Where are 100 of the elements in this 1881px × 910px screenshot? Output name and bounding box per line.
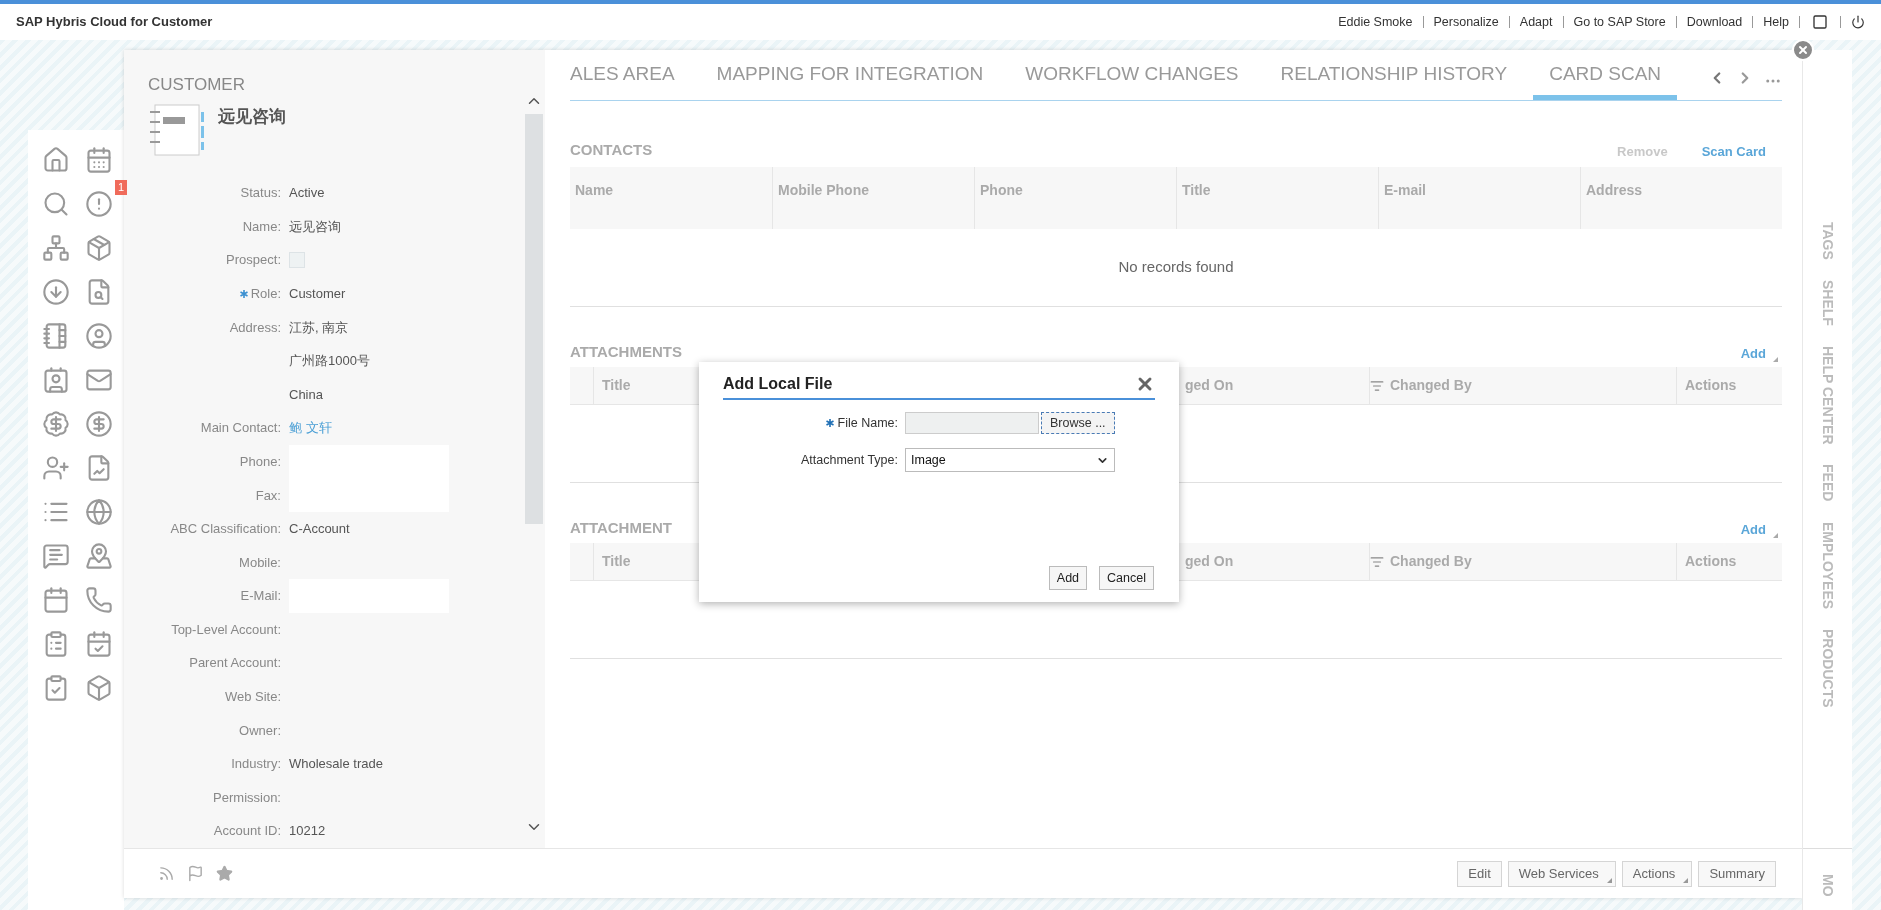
user-plus-icon[interactable] [42,454,70,482]
star-icon[interactable] [216,865,233,882]
alert-icon[interactable] [85,190,113,218]
section-action-link[interactable]: Add [1740,343,1772,363]
side-panel-tab[interactable]: SHELF [1817,279,1838,326]
column-header: Title [602,376,631,395]
column-header: Mobile Phone [772,167,974,229]
flag-icon[interactable] [187,865,204,882]
header-link[interactable]: Adapt [1519,12,1553,32]
field-label: Owner: [239,721,281,740]
footer-button[interactable]: Actions [1621,860,1693,887]
footer-button[interactable]: Web Services [1507,860,1616,887]
field-label: Parent Account: [189,654,281,673]
phone-icon[interactable] [85,586,113,614]
feed-icon[interactable] [158,865,175,882]
globe-icon[interactable] [85,498,113,526]
contact-link[interactable]: 鲍 文轩 [289,418,332,438]
column-header: Actions [1685,376,1737,395]
field-label: Top-Level Account: [171,620,281,639]
file-name-field[interactable] [905,412,1039,434]
scrollbar-thumb[interactable] [525,114,543,524]
app-title: SAP Hybris Cloud for Customer [16,13,213,32]
box-icon[interactable] [85,674,113,702]
field-value: 江苏, 南京 [289,318,349,337]
column-header: Phone [974,167,1176,229]
header-link[interactable]: Go to SAP Store [1573,12,1666,32]
column-header: Title [1176,167,1378,229]
filter-icon[interactable] [1370,554,1384,569]
field-label: Role: [250,284,281,303]
prospect-checkbox[interactable] [289,252,305,269]
field-value: 远见咨询 [289,217,341,236]
column-header: Address [1580,167,1782,229]
field-label: Fax: [255,486,281,505]
header-link[interactable]: Eddie Smoke [1338,12,1413,32]
header-link[interactable]: Help [1763,12,1789,32]
field-label: Web Site: [224,688,281,707]
section-title: ATTACHMENTS [570,341,682,362]
filter-icon[interactable] [1370,378,1384,393]
column-header: Title [602,552,631,571]
side-panel-tab[interactable]: EMPLOYEES [1817,521,1838,609]
contact-card-icon[interactable] [42,366,70,394]
field-label: Status: [240,184,281,203]
field-value: China [289,385,323,404]
header-link[interactable]: Personalize [1433,12,1499,32]
power-icon[interactable] [1851,15,1865,29]
tab[interactable]: ALES AREA [570,59,691,100]
field-label: Prospect: [226,251,281,270]
user-circle-icon[interactable] [85,322,113,350]
side-panel-tab[interactable]: PRODUCTS [1817,628,1838,708]
field-value: Customer [289,284,346,303]
section-action-link[interactable]: Add [1740,519,1772,539]
dialog-button[interactable]: Cancel [1099,566,1154,590]
customer-name: 远见咨询 [218,105,286,128]
empty-message: No records found [1118,257,1234,278]
more-panel-tab[interactable]: MO [1817,861,1838,910]
tab[interactable]: WORKFLOW CHANGES [1009,59,1255,100]
field-label: E-Mail: [240,587,281,606]
calendar-check-icon[interactable] [85,630,113,658]
map-pin-icon[interactable] [85,542,113,570]
dialog-title: Add Local File [723,374,833,394]
attachment-type-select[interactable]: Image [905,448,1115,472]
home-icon[interactable] [42,146,70,174]
column-header: Name [574,181,615,200]
window-icon[interactable] [1810,14,1830,30]
field-label: Phone: [239,452,281,471]
tab[interactable]: RELATIONSHIP HISTORY [1264,59,1524,100]
notification-badge: 1 [114,180,127,195]
field-label: Permission: [213,788,281,807]
search-icon[interactable] [42,190,70,218]
dollar-badge-icon[interactable] [42,410,70,438]
footer-button[interactable]: Summary [1698,860,1776,887]
side-panel-tab[interactable]: TAGS [1817,222,1838,260]
download-icon[interactable] [42,278,70,306]
corner-mark-icon [1773,357,1778,362]
field-value: 广州路1000号 [289,352,370,371]
package-icon[interactable] [85,234,113,262]
column-header: Changed By [1390,552,1472,571]
hierarchy-icon[interactable] [42,234,70,262]
tab[interactable]: CARD SCAN [1533,59,1678,100]
calendar-icon[interactable] [42,586,70,614]
footer-button[interactable]: Edit [1457,860,1502,887]
field-label: ABC Classification: [170,520,281,539]
section-title: CONTACTS [570,139,653,160]
field-value: C-Account [289,520,350,539]
column-header: E-mail [1378,167,1580,229]
tab[interactable]: MAPPING FOR INTEGRATION [700,59,1000,100]
dollar-circle-icon[interactable] [85,410,113,438]
header-link[interactable]: Download [1686,12,1743,32]
browse-button[interactable]: Browse ... [1041,412,1115,434]
field-label: Account ID: [213,822,281,841]
side-panel-tab[interactable]: HELP CENTER [1817,345,1838,445]
column-header: ged On [1185,376,1234,395]
field-label: Main Contact: [200,419,281,438]
section-action-link[interactable]: Scan Card [1701,141,1772,161]
field-label: Address: [229,318,281,337]
message-icon[interactable] [42,542,70,570]
calendar-icon[interactable] [85,146,113,174]
side-panel-tab[interactable]: FEED [1817,464,1838,502]
dialog-button[interactable]: Add [1048,566,1088,590]
section-title: ATTACHMENT [570,517,672,538]
